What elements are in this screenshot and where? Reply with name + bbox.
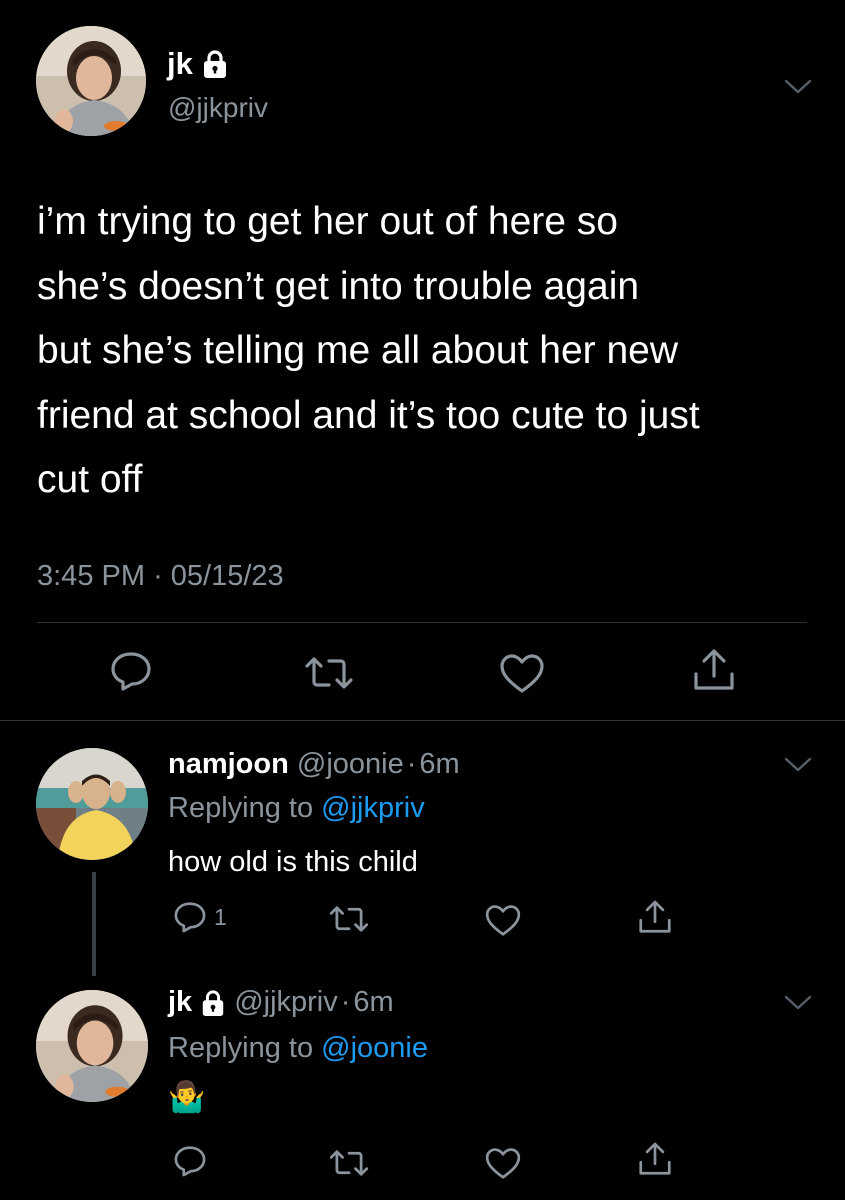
separator: · xyxy=(406,748,417,780)
display-name[interactable]: jk xyxy=(167,46,193,82)
tweet-text-line: cut off xyxy=(37,458,143,501)
replying-to: Replying to @joonie xyxy=(168,1032,428,1065)
tweet-text-line: i’m trying to get her out of here so xyxy=(37,200,618,243)
reply-header: namjoon @joonie · 6m xyxy=(168,748,460,781)
share-icon[interactable] xyxy=(690,646,738,694)
retweet-icon[interactable] xyxy=(303,655,355,691)
separator: · xyxy=(340,986,351,1018)
replying-to-label: Replying to xyxy=(168,1032,314,1064)
replying-to: Replying to @jjkpriv xyxy=(168,792,425,825)
tweet-text-line: she’s doesn’t get into trouble again xyxy=(37,264,640,308)
tweet-text: i’m trying to get her out of here so she… xyxy=(37,190,700,513)
reply-age: 6m xyxy=(419,748,460,780)
avatar[interactable] xyxy=(36,990,148,1102)
reply-count: 1 xyxy=(214,903,227,930)
display-name[interactable]: namjoon xyxy=(168,748,289,780)
retweet-icon[interactable] xyxy=(328,904,370,934)
share-icon[interactable] xyxy=(636,1140,674,1178)
timestamp-date: 05/15/23 xyxy=(170,560,284,592)
chevron-down-icon[interactable] xyxy=(783,994,813,1012)
like-icon[interactable] xyxy=(484,903,522,937)
divider xyxy=(37,622,807,623)
avatar[interactable] xyxy=(36,26,146,136)
thread-line xyxy=(92,872,96,976)
share-icon[interactable] xyxy=(636,898,674,936)
chevron-down-icon[interactable] xyxy=(783,756,813,774)
timestamp[interactable]: 3:45 PM · 05/15/23 xyxy=(37,560,284,593)
display-name[interactable]: jk xyxy=(168,986,192,1019)
reply-header: jk @jjkpriv · 6m xyxy=(168,986,394,1019)
handle[interactable]: @jjkpriv xyxy=(168,92,268,124)
replying-to-label: Replying to xyxy=(168,792,314,824)
tweet-text-line: friend at school and it’s too cute to ju… xyxy=(37,393,700,437)
like-icon[interactable] xyxy=(498,652,546,694)
reply-text: 🤷‍♂️ xyxy=(168,1081,206,1114)
retweet-icon[interactable] xyxy=(328,1148,370,1178)
lock-icon xyxy=(200,989,226,1017)
divider xyxy=(0,720,845,721)
reply-icon[interactable] xyxy=(172,1144,208,1178)
timestamp-separator: · xyxy=(153,560,163,592)
reply-age: 6m xyxy=(353,986,394,1018)
timestamp-time: 3:45 PM xyxy=(37,560,145,592)
chevron-down-icon[interactable] xyxy=(783,78,813,96)
reply-text: how old is this child xyxy=(168,846,418,878)
handle[interactable]: @joonie xyxy=(297,748,404,780)
tweet-text-line: but she’s telling me all about her new xyxy=(37,329,679,372)
like-icon[interactable] xyxy=(484,1146,522,1180)
replying-to-link[interactable]: @jjkpriv xyxy=(321,792,425,824)
replying-to-link[interactable]: @joonie xyxy=(321,1032,428,1064)
handle[interactable]: @jjkpriv xyxy=(234,986,338,1018)
avatar[interactable] xyxy=(36,748,148,860)
reply-icon[interactable] xyxy=(172,900,208,934)
lock-icon xyxy=(201,49,229,79)
reply-icon[interactable] xyxy=(108,650,154,692)
